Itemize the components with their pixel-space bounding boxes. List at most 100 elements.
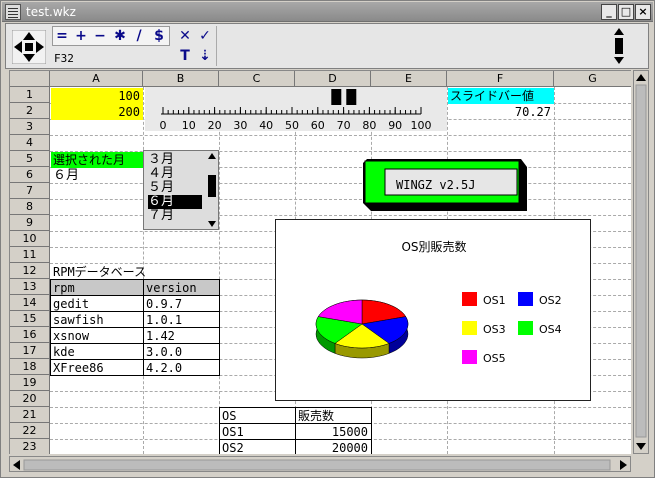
toolbar-scroll-control[interactable]	[612, 27, 626, 65]
pie	[315, 299, 409, 359]
os-header-cell[interactable]: OS	[219, 407, 296, 424]
month-list-item[interactable]: ５月	[148, 181, 202, 195]
row-header[interactable]: 18	[10, 359, 50, 375]
formula-entry-field[interactable]	[216, 26, 610, 66]
minus-tool-button[interactable]: −	[92, 28, 108, 44]
row-header[interactable]: 8	[10, 199, 50, 215]
os-sales-cell[interactable]: 15000	[295, 423, 372, 440]
row-header[interactable]: 11	[10, 247, 50, 263]
cell-f1[interactable]: スライドバー値	[448, 88, 554, 104]
rpm-version-cell[interactable]: 1.42	[143, 327, 220, 344]
row-header[interactable]: 6	[10, 167, 50, 183]
month-list-item[interactable]: ３月	[148, 153, 202, 167]
slider-thumb[interactable]	[331, 89, 342, 105]
column-header-d[interactable]: D	[295, 71, 371, 87]
rpm-header-cell[interactable]: rpm	[50, 279, 144, 296]
column-header-g[interactable]: G	[554, 71, 631, 87]
cell-reference: F32	[54, 52, 74, 65]
slider-tick-label: 100	[411, 119, 432, 131]
column-header-b[interactable]: B	[143, 71, 219, 87]
month-list-item[interactable]: ４月	[148, 167, 202, 181]
text-tool-button[interactable]: T	[177, 48, 193, 64]
window-menu-icon[interactable]	[5, 4, 21, 20]
rpm-version-cell[interactable]: 1.0.1	[143, 311, 220, 328]
rpm-version-cell[interactable]: 4.2.0	[143, 359, 220, 376]
row-header[interactable]: 16	[10, 327, 50, 343]
row-header[interactable]: 1	[10, 87, 50, 103]
version-header-cell[interactable]: version	[143, 279, 220, 296]
currency-tool-button[interactable]: $	[151, 28, 167, 44]
title-bar[interactable]: test.wkz _ □ ×	[2, 2, 653, 22]
month-list-box[interactable]: ３月 ４月 ５月 ６月 ７月	[143, 150, 219, 230]
cell-a1[interactable]: 100	[51, 88, 143, 104]
horizontal-scrollbar[interactable]	[9, 456, 631, 472]
row-header[interactable]: 23	[10, 439, 50, 454]
slider-tick-label: 50	[285, 119, 299, 131]
column-header-a[interactable]: A	[50, 71, 143, 87]
cell-a2[interactable]: 200	[51, 104, 143, 120]
row-header[interactable]: 2	[10, 103, 50, 119]
corner-cell[interactable]	[10, 71, 50, 87]
row-header[interactable]: 9	[10, 215, 50, 231]
list-scrollbar[interactable]	[206, 151, 218, 229]
divide-tool-button[interactable]: /	[131, 28, 147, 44]
os-sales-cell[interactable]: 20000	[295, 439, 372, 454]
close-button[interactable]: ×	[635, 4, 651, 20]
legend-label: OS4	[539, 323, 562, 336]
month-list-item[interactable]: ６月	[148, 195, 202, 209]
column-header-f[interactable]: F	[447, 71, 554, 87]
slider-ticks: 0 10 20 30 40 50 60 70 80 90 100	[160, 107, 432, 132]
os-name-cell[interactable]: OS1	[219, 423, 296, 440]
row-header[interactable]: 13	[10, 279, 50, 295]
maximize-button[interactable]: □	[618, 4, 634, 20]
column-header-c[interactable]: C	[219, 71, 295, 87]
vertical-scrollbar[interactable]	[633, 70, 649, 454]
row-header[interactable]: 7	[10, 183, 50, 199]
slider-thumb[interactable]	[346, 89, 357, 105]
row-header[interactable]: 17	[10, 343, 50, 359]
cell-a5[interactable]: 選択された月	[51, 152, 143, 168]
rpm-name-cell[interactable]: xsnow	[50, 327, 144, 344]
month-list-item[interactable]: ７月	[148, 209, 202, 223]
pie-chart[interactable]: OS別販売数 OS1 OS2 OS3 OS4 OS5	[275, 219, 591, 401]
spreadsheet-grid[interactable]: A B C D E F G 1 2 3 4 5 6 7 8 9 10 11 12 13 14 15 16 17 1…	[9, 70, 631, 454]
slider-tick-label: 0	[160, 119, 167, 131]
os-name-cell[interactable]: OS2	[219, 439, 296, 454]
navigation-arrows-icon[interactable]	[12, 30, 46, 64]
row-header[interactable]: 10	[10, 231, 50, 247]
rpm-name-cell[interactable]: sawfish	[50, 311, 144, 328]
rpm-name-cell[interactable]: XFree86	[50, 359, 144, 376]
legend-swatch	[462, 321, 477, 335]
row-gridline	[50, 199, 631, 200]
row-gridline	[50, 215, 631, 216]
rpm-name-cell[interactable]: kde	[50, 343, 144, 360]
slider-track[interactable]: 0 10 20 30 40 50 60 70 80 90 100	[145, 87, 447, 132]
rpm-version-cell[interactable]: 0.9.7	[143, 295, 220, 312]
row-header[interactable]: 21	[10, 407, 50, 423]
sales-header-cell[interactable]: 販売数	[295, 407, 372, 424]
row-header[interactable]: 15	[10, 311, 50, 327]
row-header[interactable]: 4	[10, 135, 50, 151]
row-header[interactable]: 3	[10, 119, 50, 135]
plus-tool-button[interactable]: +	[73, 28, 89, 44]
cell-a12[interactable]: RPMデータベース	[51, 264, 171, 280]
column-header-e[interactable]: E	[371, 71, 447, 87]
row-header[interactable]: 5	[10, 151, 50, 167]
multiply-tool-button[interactable]: ✱	[112, 28, 128, 44]
cell-a6[interactable]: ６月	[51, 168, 143, 184]
minimize-button[interactable]: _	[601, 4, 617, 20]
row-header[interactable]: 20	[10, 391, 50, 407]
confirm-entry-button[interactable]: ✓	[197, 28, 213, 44]
row-gridline	[50, 135, 631, 136]
row-header[interactable]: 14	[10, 295, 50, 311]
slide-bar[interactable]: 0 10 20 30 40 50 60 70 80 90 100	[145, 87, 447, 132]
rpm-version-cell[interactable]: 3.0.0	[143, 343, 220, 360]
rpm-name-cell[interactable]: gedit	[50, 295, 144, 312]
equals-tool-button[interactable]: =	[54, 28, 70, 44]
row-header[interactable]: 22	[10, 423, 50, 439]
cell-f2[interactable]: 70.27	[448, 104, 554, 120]
import-tool-button[interactable]: ⇣	[197, 48, 213, 64]
row-header[interactable]: 12	[10, 263, 50, 279]
row-header[interactable]: 19	[10, 375, 50, 391]
cancel-entry-button[interactable]: ✕	[177, 28, 193, 44]
